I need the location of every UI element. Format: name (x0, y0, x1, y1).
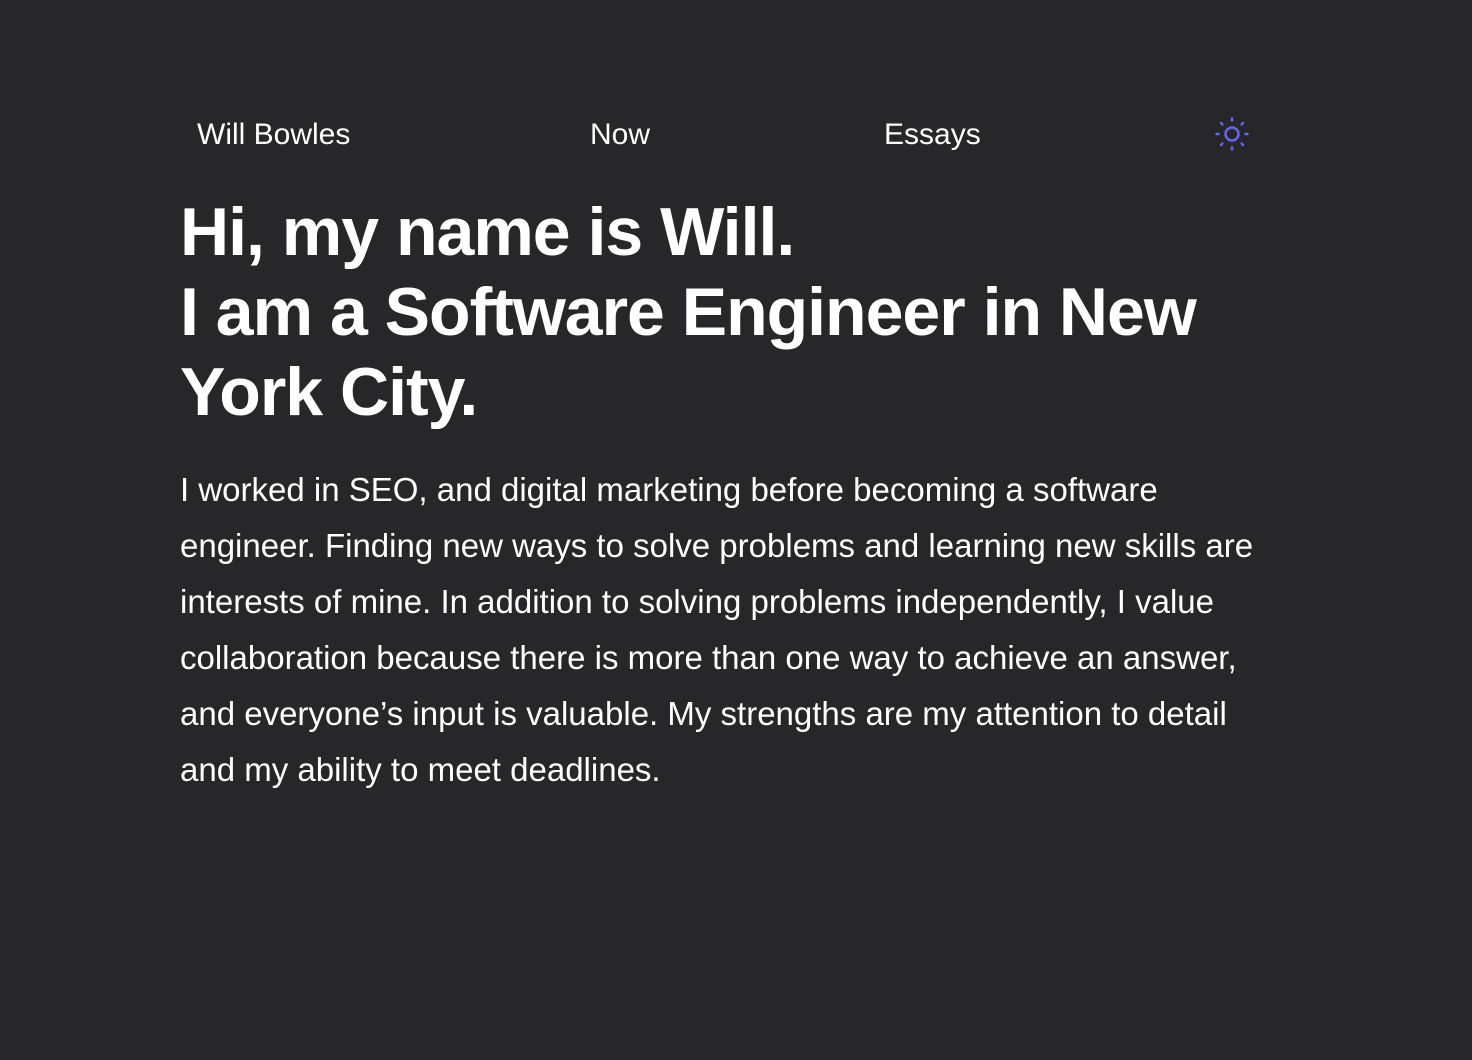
title-line-greeting: Hi, my name is Will. (180, 194, 795, 270)
sun-icon (1215, 117, 1249, 151)
theme-toggle-button[interactable] (1214, 116, 1250, 152)
nav-now-link[interactable]: Now (590, 116, 650, 154)
top-nav: Will Bowles Now Essays (180, 110, 1260, 160)
nav-home-link[interactable]: Will Bowles (197, 116, 350, 154)
page: Will Bowles Now Essays Hi, my name is Wi… (0, 0, 1472, 1060)
title-line-role: I am a Software Engineer in New York Cit… (180, 274, 1197, 430)
bio-paragraph: I worked in SEO, and digital marketing b… (180, 471, 1254, 788)
page-title: Hi, my name is Will. I am a Software Eng… (180, 192, 1270, 432)
main-content: Hi, my name is Will. I am a Software Eng… (180, 192, 1270, 798)
nav-essays-link[interactable]: Essays (884, 116, 981, 154)
